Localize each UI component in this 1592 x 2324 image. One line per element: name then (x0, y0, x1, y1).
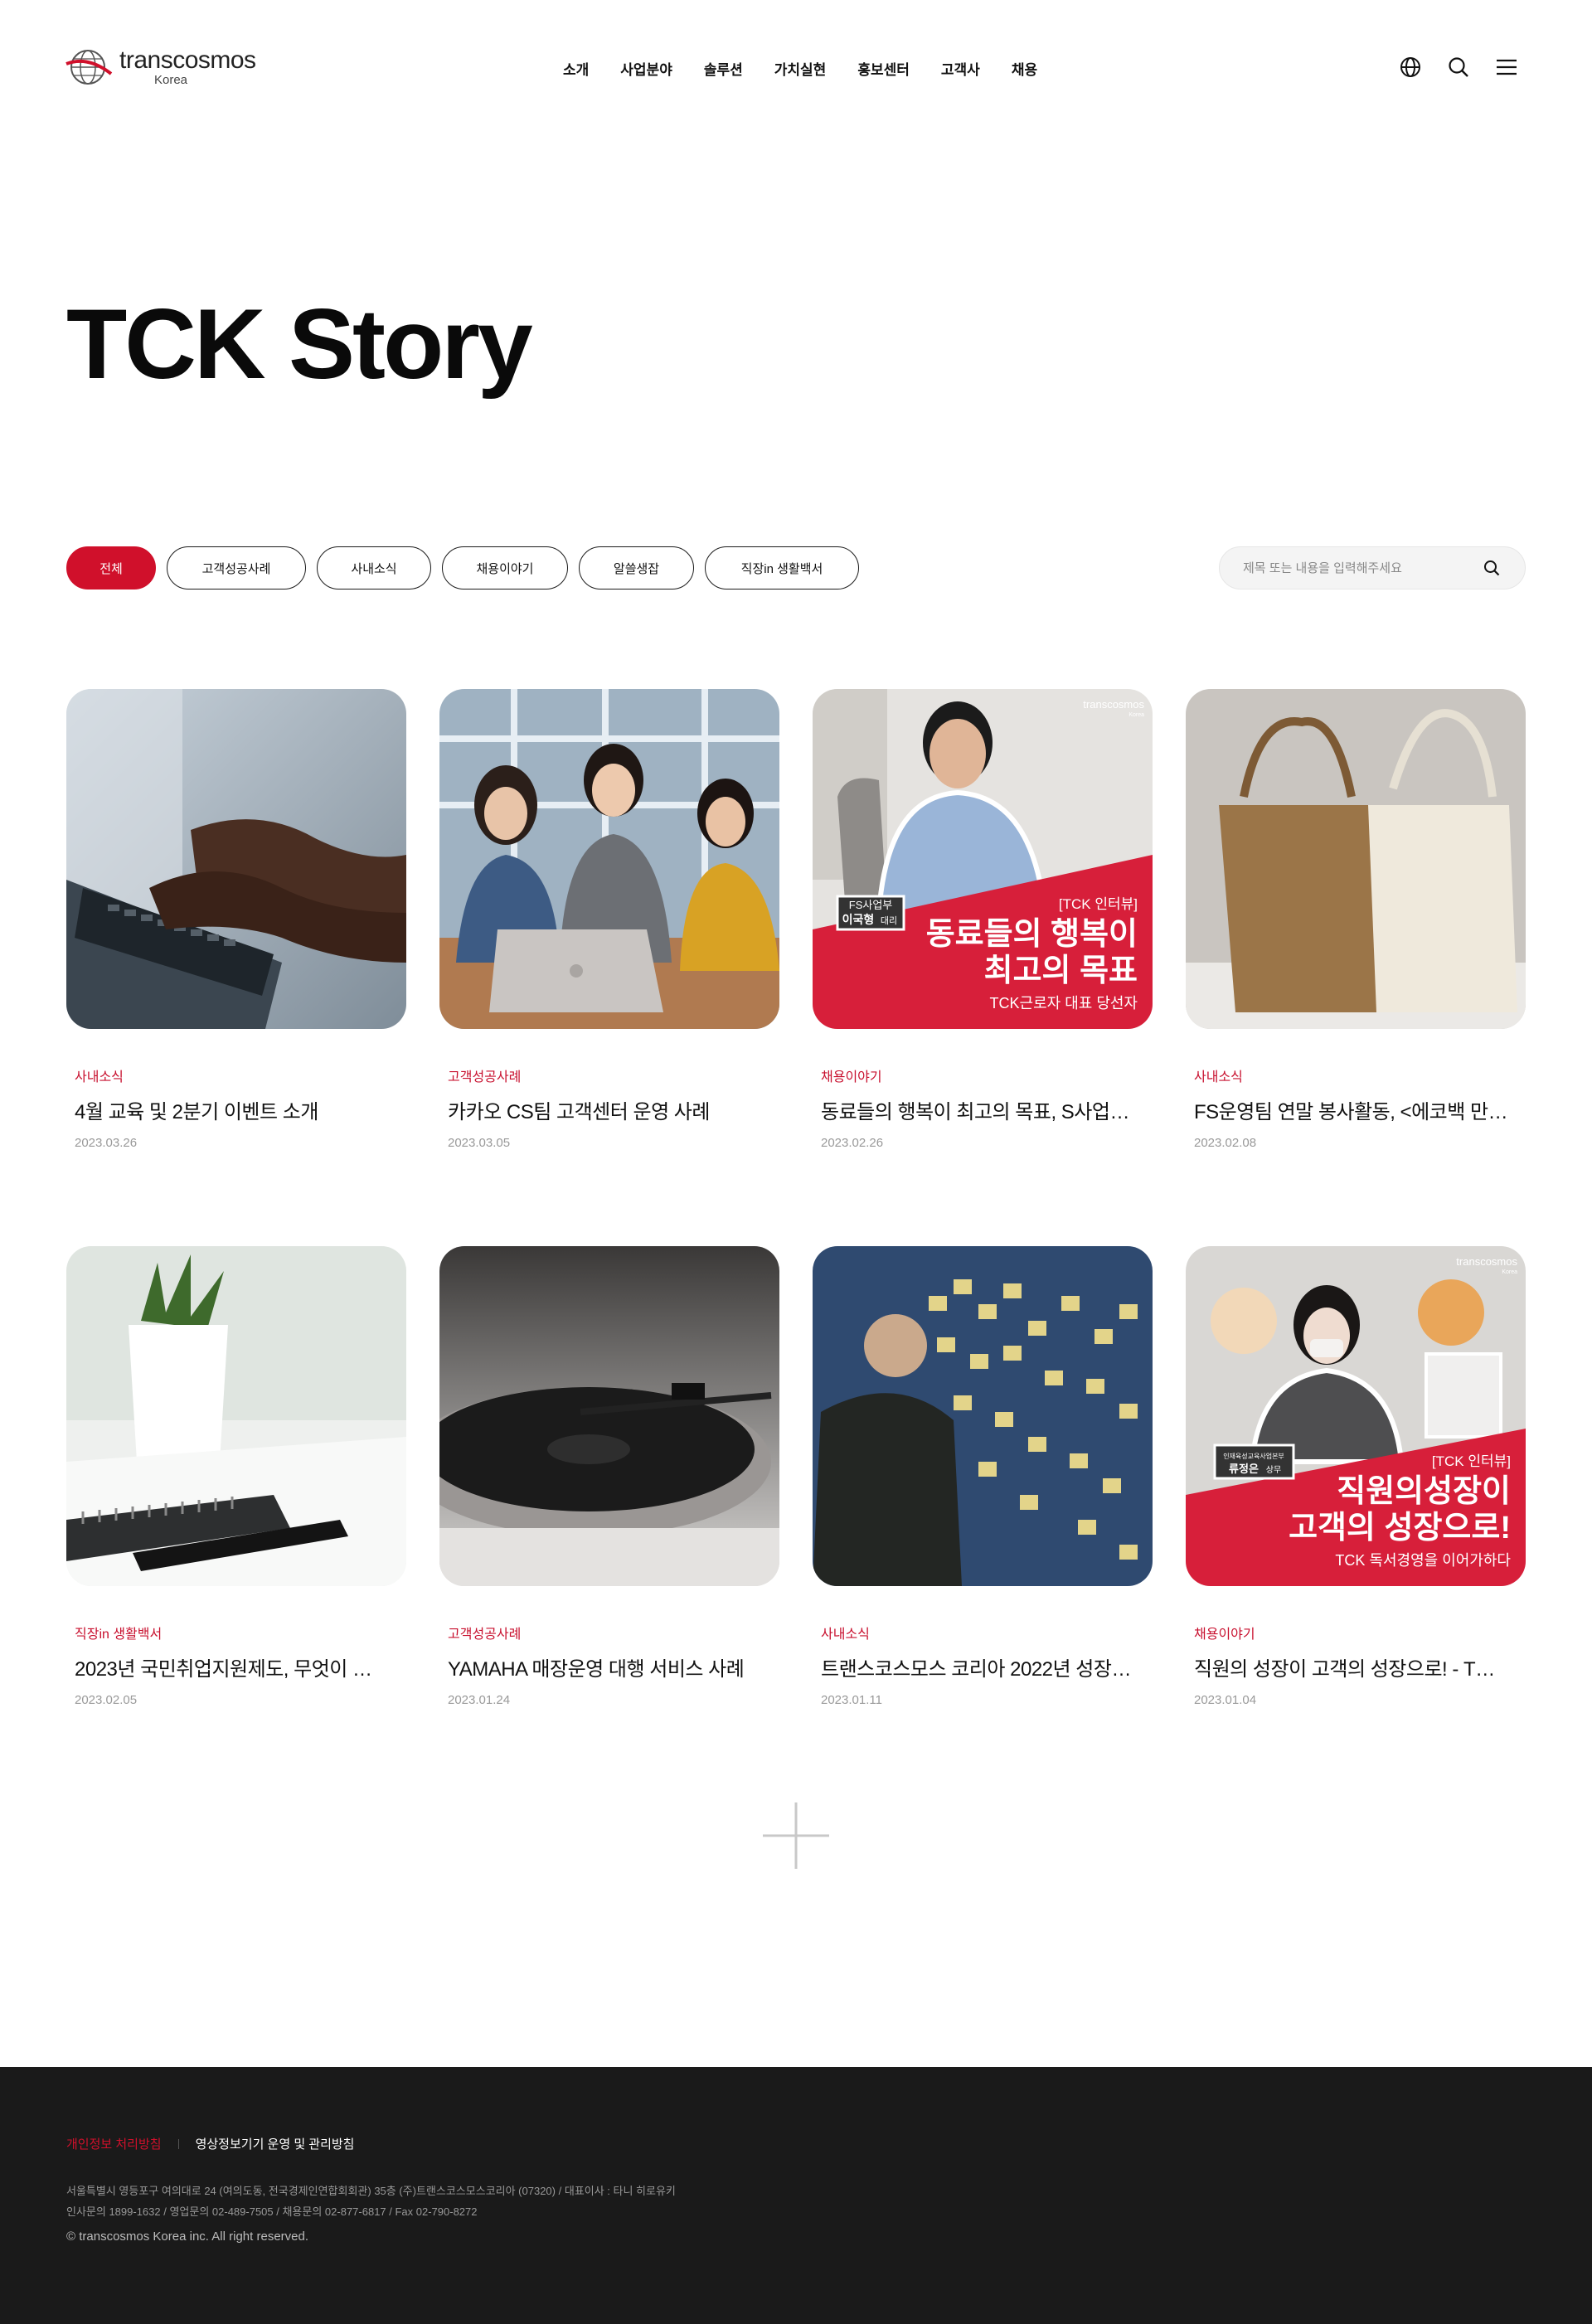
turntable-image (439, 1246, 779, 1586)
card-date: 2023.02.26 (821, 1136, 884, 1150)
main-nav: 소개 사업분야 솔루션 가치실현 홍보센터 고객사 채용 (547, 58, 1053, 79)
card-date: 2023.02.08 (1194, 1136, 1257, 1150)
brand-name: transcosmos (119, 46, 256, 74)
eco-bags-image (1186, 689, 1526, 1029)
page-title: TCK Story (66, 289, 533, 400)
nav-item-business[interactable]: 사업분야 (604, 58, 688, 79)
story-card[interactable]: transcosmos Korea FS사업부 이국형 대리 [TCK 인터뷰]… (813, 689, 1153, 1246)
footer-divider (177, 2138, 179, 2149)
banner-tag: [TCK 인터뷰] (1432, 1453, 1511, 1469)
card-date: 2023.01.11 (821, 1693, 882, 1707)
banner-dept: FS사업부 (849, 899, 893, 911)
cctv-policy-link[interactable]: 영상정보기기 운영 및 관리방침 (196, 2135, 355, 2152)
banner-tag: [TCK 인터뷰] (1059, 896, 1138, 912)
story-card[interactable]: 고객성공사례 YAMAHA 매장운영 대행 서비스 사례 2023.01.24 (439, 1246, 779, 1803)
banner-logo-sub: Korea (1502, 1269, 1517, 1275)
card-title[interactable]: 2023년 국민취업지원제도, 무엇이 달라졌을까? (75, 1652, 390, 1681)
privacy-policy-link[interactable]: 개인정보 처리방침 (66, 2135, 162, 2152)
notebook-plant-image (66, 1246, 406, 1586)
footer-links: 개인정보 처리방침 영상정보기기 운영 및 관리방침 (66, 2135, 354, 2152)
brand-sub: Korea (154, 73, 188, 87)
site-header: transcosmos Korea 소개 사업분야 솔루션 가치실현 홍보센터 … (0, 0, 1592, 141)
team-meeting-image (439, 689, 779, 1029)
globe-icon[interactable] (1398, 55, 1423, 80)
story-card[interactable]: 사내소식 트랜스코스모스 코리아 2022년 성장의 기록 2023.01.11 (813, 1246, 1153, 1803)
banner-logo-text: transcosmos (1083, 698, 1144, 711)
banner-logo-text: transcosmos (1456, 1255, 1517, 1268)
banner-rank: 대리 (881, 915, 897, 926)
interview-banner-image: transcosmos Korea 인재육성교육사업본부 류정은 상무 [TCK… (1186, 1246, 1526, 1586)
nav-item-about[interactable]: 소개 (547, 58, 604, 79)
banner-line1: 동료들의 행복이 (926, 917, 1138, 952)
footer-address: 서울특별시 영등포구 여의대로 24 (여의도동, 전국경제인연합회회관) 35… (66, 2181, 676, 2222)
banner-line3: TCK 독서경영을 이어가하다 (1335, 1552, 1511, 1569)
card-category: 직장in 생활백서 (75, 1628, 163, 1642)
nav-item-careers[interactable]: 채용 (996, 58, 1053, 79)
card-category: 고객성공사례 (448, 1628, 522, 1642)
story-card[interactable]: 고객성공사례 카카오 CS팀 고객센터 운영 사례 2023.03.05 (439, 689, 779, 1246)
banner-line2: 고객의 성장으로! (1289, 1511, 1511, 1545)
site-footer: 개인정보 처리방침 영상정보기기 운영 및 관리방침 서울특별시 영등포구 여의… (0, 2067, 1592, 2324)
search-input[interactable] (1243, 560, 1482, 575)
category-filters: 전체 고객성공사례 사내소식 채용이야기 알쓸생잡 직장in 생활백서 (66, 546, 859, 589)
banner-person: 류정은 (1229, 1463, 1259, 1475)
story-grid: 사내소식 4월 교육 및 2분기 이벤트 소개 2023.03.26 고객성공사… (66, 689, 1526, 1803)
card-title[interactable]: YAMAHA 매장운영 대행 서비스 사례 (448, 1652, 763, 1681)
search-box (1219, 546, 1526, 589)
card-category: 사내소식 (821, 1628, 870, 1642)
filter-customer-success[interactable]: 고객성공사례 (167, 546, 306, 589)
card-date: 2023.02.05 (75, 1693, 138, 1707)
brand-logo[interactable]: transcosmos Korea (65, 46, 256, 89)
story-card[interactable]: 사내소식 FS운영팀 연말 봉사활동, <에코백 만들기> 2023.02.08 (1186, 689, 1526, 1246)
filter-work-life[interactable]: 직장in 생활백서 (705, 546, 859, 589)
load-more-plus-icon[interactable] (763, 1802, 829, 1869)
company-contacts: 인사문의 1899-1632 / 영업문의 02-489-7505 / 채용문의… (66, 2205, 478, 2218)
card-category: 채용이야기 (1194, 1628, 1255, 1642)
card-category: 고객성공사례 (448, 1070, 522, 1084)
card-category: 사내소식 (1194, 1070, 1243, 1084)
banner-line3: TCK근로자 대표 당선자 (990, 995, 1138, 1012)
search-icon[interactable] (1446, 55, 1471, 80)
copyright: © transcosmos Korea inc. All right reser… (66, 2229, 309, 2244)
nav-item-solution[interactable]: 솔루션 (688, 58, 759, 79)
banner-person: 이국형 (842, 913, 875, 926)
sticky-notes-image (813, 1246, 1153, 1586)
company-address: 서울특별시 영등포구 여의대로 24 (여의도동, 전국경제인연합회회관) 35… (66, 2185, 676, 2197)
card-date: 2023.03.05 (448, 1136, 511, 1150)
menu-icon[interactable] (1494, 55, 1519, 80)
laptop-typing-image (66, 689, 406, 1029)
banner-dept: 인재육성교육사업본부 (1223, 1452, 1284, 1460)
story-card[interactable]: 직장in 생활백서 2023년 국민취업지원제도, 무엇이 달라졌을까? 202… (66, 1246, 406, 1803)
banner-line2: 최고의 목표 (984, 953, 1138, 988)
card-date: 2023.03.26 (75, 1136, 138, 1150)
interview-banner-image: transcosmos Korea FS사업부 이국형 대리 [TCK 인터뷰]… (813, 689, 1153, 1029)
card-title[interactable]: FS운영팀 연말 봉사활동, <에코백 만들기> (1194, 1095, 1509, 1124)
nav-item-pr[interactable]: 홍보센터 (842, 58, 925, 79)
card-title[interactable]: 직원의 성장이 고객의 성장으로! - TCK 인터뷰 (1194, 1652, 1509, 1681)
card-category: 채용이야기 (821, 1070, 882, 1084)
header-icons (1398, 55, 1519, 80)
card-title[interactable]: 동료들의 행복이 최고의 목표, S사업부 이국형 대리 (821, 1095, 1136, 1124)
story-card[interactable]: transcosmos Korea 인재육성교육사업본부 류정은 상무 [TCK… (1186, 1246, 1526, 1803)
filter-company-news[interactable]: 사내소식 (317, 546, 431, 589)
story-card[interactable]: 사내소식 4월 교육 및 2분기 이벤트 소개 2023.03.26 (66, 689, 406, 1246)
filter-all[interactable]: 전체 (66, 546, 156, 589)
card-title[interactable]: 4월 교육 및 2분기 이벤트 소개 (75, 1095, 390, 1124)
nav-item-values[interactable]: 가치실현 (759, 58, 842, 79)
banner-logo-sub: Korea (1128, 712, 1144, 718)
card-category: 사내소식 (75, 1070, 124, 1084)
search-submit-icon[interactable] (1482, 558, 1502, 578)
card-date: 2023.01.04 (1194, 1693, 1257, 1707)
banner-rank: 상무 (1266, 1465, 1281, 1475)
globe-logo-icon (66, 50, 113, 85)
card-title[interactable]: 카카오 CS팀 고객센터 운영 사례 (448, 1095, 763, 1124)
nav-item-clients[interactable]: 고객사 (925, 58, 996, 79)
filter-tips[interactable]: 알쓸생잡 (579, 546, 694, 589)
banner-line1: 직원의성장이 (1337, 1474, 1511, 1509)
card-title[interactable]: 트랜스코스모스 코리아 2022년 성장의 기록 (821, 1652, 1136, 1681)
card-date: 2023.01.24 (448, 1693, 511, 1707)
filter-recruit-story[interactable]: 채용이야기 (442, 546, 568, 589)
